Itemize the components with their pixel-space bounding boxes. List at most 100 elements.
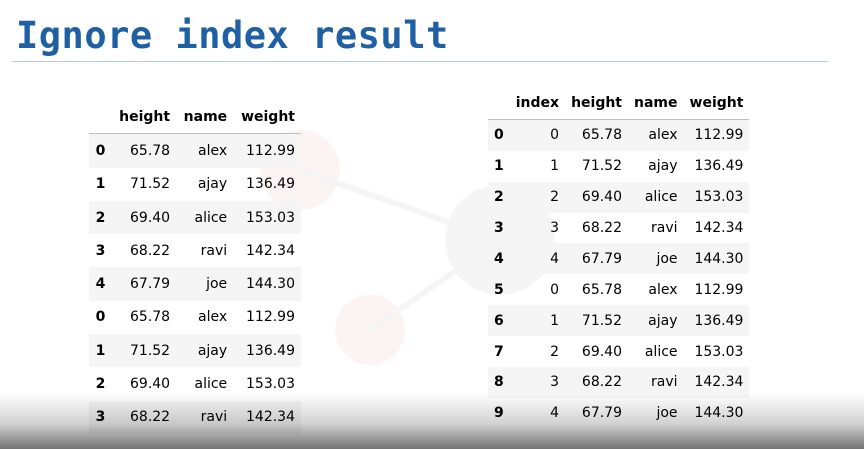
table-cell: ajay [648,312,678,329]
row-index: 2 [494,189,504,206]
column-header: name [176,100,234,135]
table-cell: ajay [648,158,678,175]
table-cell: 142.34 [694,374,744,391]
row-index: 4 [95,276,106,293]
row-index: 4 [494,250,504,267]
table-cell: alex [648,281,678,298]
column-header: weight [683,88,750,120]
table-cell: 65.78 [130,142,171,159]
row-index: 0 [95,142,106,159]
table-cell: alice [194,376,228,393]
table-cell: 68.22 [130,409,171,426]
table-cell: 1 [550,158,560,175]
table-cell: 4 [550,405,560,422]
header-row: height name weight [89,100,301,135]
table-cell: alex [198,142,228,159]
table-row: 2 69.40 alice 153.03 [89,200,301,235]
row-index: 2 [95,376,106,393]
table-cell: 153.03 [246,209,295,226]
table-row: 4 4 67.79 joe 144.30 [488,243,750,275]
table-cell: 153.03 [694,343,744,360]
table-cell: ajay [197,176,228,193]
column-header: height [565,88,629,120]
table-cell: 67.79 [581,250,623,267]
title-divider [12,61,828,62]
table-cell: 68.22 [581,220,623,236]
table-cell: 2 [550,343,560,360]
row-index: 2 [95,209,106,226]
row-index: 3 [95,242,106,259]
table-cell: 71.52 [581,158,623,175]
table-row: 3 68.22 ravi 142.34 [89,400,301,434]
table-row: 0 65.78 alex 112.99 [89,301,301,334]
table-cell: 112.99 [246,309,295,326]
table-cell: 136.49 [246,176,295,193]
table-row: 4 67.79 joe 144.30 [89,267,301,301]
table-cell: joe [656,250,678,267]
table-cell: 136.49 [246,342,295,359]
column-header: height [111,100,177,135]
table-row: 8 3 68.22 ravi 142.34 [488,367,750,398]
row-index: 6 [494,312,504,329]
table-cell: alice [194,209,228,226]
table-cell: 65.78 [581,127,623,144]
table-row: 0 65.78 alex 112.99 [89,133,301,168]
table-cell: 136.49 [694,158,744,175]
table-cell: 153.03 [246,376,295,393]
row-index: 9 [494,405,504,422]
row-index: 3 [494,220,504,236]
table-cell: 136.49 [694,312,744,329]
table-cell: 4 [550,250,560,267]
table-cell: 68.22 [130,242,171,259]
table-cell: ravi [651,220,678,236]
table-cell: 3 [550,374,560,391]
table-cell: 69.40 [581,343,623,360]
table-cell: 67.79 [581,405,623,422]
row-index: 1 [95,342,106,359]
table-row: 6 1 71.52 ajay 136.49 [488,305,750,337]
table-cell: joe [206,276,228,293]
table-cell: 144.30 [694,405,744,422]
table-row: 3 3 68.22 ravi 142.34 [488,213,749,244]
header-row: index height name weight [488,88,750,120]
table-row: 9 4 67.79 joe 144.30 [488,398,749,429]
table-cell: 112.99 [246,142,295,159]
row-index: 8 [494,374,504,391]
table-cell: 2 [550,189,560,206]
row-index: 5 [494,281,504,298]
column-header: index [509,88,566,120]
table-cell: 0 [550,127,560,144]
table-cell: ravi [200,242,228,259]
column-header: weight [233,100,301,135]
table-cell: alex [648,127,678,144]
slide-title: Ignore index result [16,14,449,57]
index-header [89,100,112,135]
table-row: 1 1 71.52 ajay 136.49 [488,151,749,182]
table-cell: 71.52 [581,312,623,329]
table-row: 7 2 69.40 alice 153.03 [488,336,749,367]
table-cell: 69.40 [130,376,171,393]
table-cell: 71.52 [130,176,171,193]
table-cell: 153.03 [694,189,744,206]
row-index: 1 [95,176,106,193]
row-index: 7 [494,343,504,360]
right-dataframe: index height name weight 0 0 65.78 alex 112.99 1… [488,88,750,429]
left-dataframe: height name weight 0 65.78 alex 112.99 1 71.52 a… [89,100,301,434]
table-cell: 142.34 [694,220,744,236]
table-cell: joe [656,405,678,422]
table-cell: 112.99 [694,281,744,298]
table-row: 5 0 65.78 alex 112.99 [488,274,749,305]
row-index: 0 [95,309,106,326]
table-cell: 65.78 [130,309,171,326]
table-row: 3 68.22 ravi 142.34 [89,234,301,267]
row-index: 0 [494,127,504,144]
table-cell: alice [644,343,678,360]
table-row: 1 71.52 ajay 136.49 [89,168,301,201]
table-row: 2 69.40 alice 153.03 [89,367,301,400]
table-cell: 3 [550,220,560,236]
table-row: 1 71.52 ajay 136.49 [89,334,301,368]
table-cell: 0 [550,281,560,298]
table-cell: 144.30 [246,276,295,293]
index-header [488,88,510,120]
row-index: 3 [95,409,106,426]
